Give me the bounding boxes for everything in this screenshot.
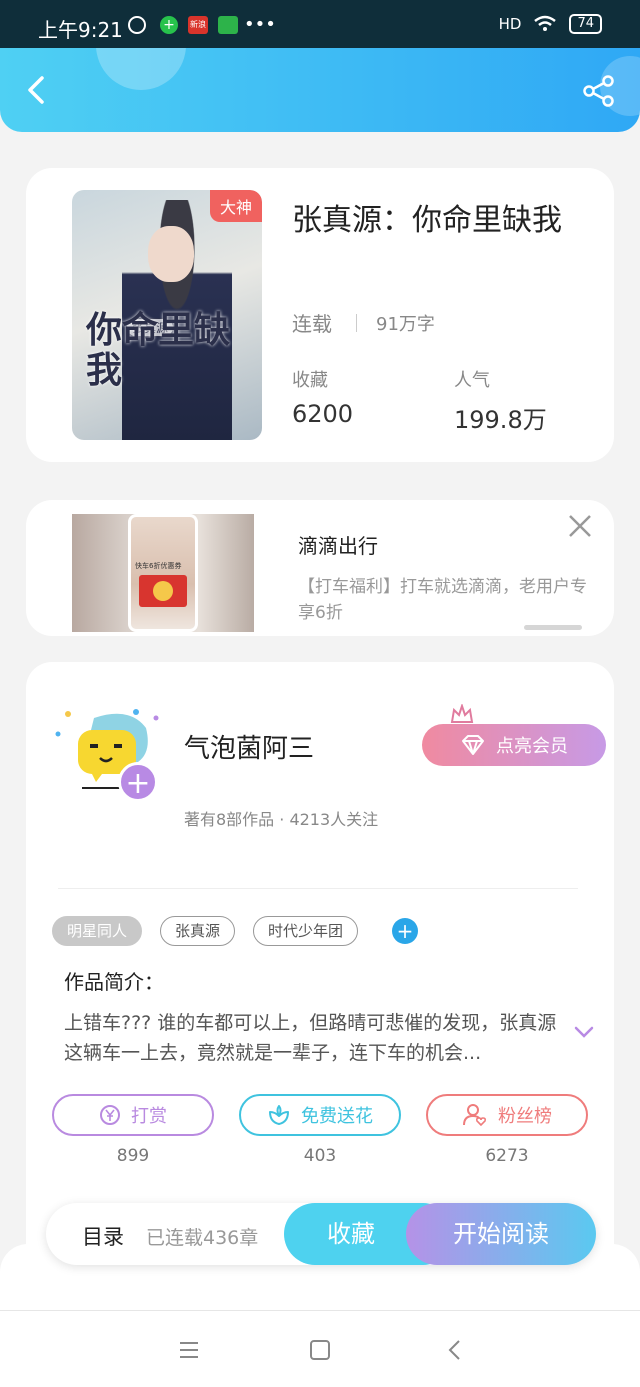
fan-ranking-label: 粉丝榜 <box>498 1106 552 1127</box>
reward-count: 899 <box>116 1146 150 1166</box>
reward-button[interactable]: 打赏 <box>52 1094 214 1136</box>
tag-item[interactable]: 张真源 <box>160 916 236 946</box>
author-name[interactable]: 气泡菌阿三 <box>184 728 314 765</box>
dashen-badge: 大神 <box>209 190 262 222</box>
ad-card[interactable]: 快车6折优惠券 滴滴出行 【打车福利】打车就选滴滴，老用户专享6折 <box>26 500 614 636</box>
cover-title: 你命里缺我 <box>86 309 231 391</box>
popularity-stat-label: 人气 <box>454 370 490 391</box>
collect-stat-label: 收藏 <box>292 370 328 391</box>
battery-icon: 74 <box>569 14 602 34</box>
diamond-icon <box>462 735 484 755</box>
chapter-count[interactable]: 已连载436章 <box>146 1223 258 1250</box>
cover-face <box>148 226 194 282</box>
ad-description[interactable]: 【打车福利】打车就选滴滴，老用户专享6折 <box>298 574 588 626</box>
book-title: 张真源：你命里缺我 <box>292 203 562 238</box>
book-cover[interactable]: 张真源 你命里缺我 大神 <box>72 190 262 440</box>
status-right: HD 74 <box>499 14 602 34</box>
book-status: 连载 <box>292 312 332 336</box>
reward-label: 打赏 <box>131 1106 167 1127</box>
bottom-action-bar: 目录 已连载436章 收藏 开始阅读 <box>46 1203 596 1265</box>
home-icon[interactable] <box>307 1337 333 1363</box>
crown-icon <box>450 704 474 723</box>
flower-icon <box>269 1105 289 1125</box>
status-bar: 上午9:21 + 新浪 ••• HD 74 <box>0 0 640 48</box>
fan-count: 6273 <box>485 1146 529 1166</box>
intro-label: 作品简介： <box>64 970 164 994</box>
ad-indicator <box>524 625 582 630</box>
tag-item[interactable]: 明星同人 <box>52 916 143 946</box>
yen-coin-icon <box>100 1105 120 1125</box>
fan-user-icon <box>463 1104 487 1127</box>
system-nav-bar <box>0 1310 640 1387</box>
back-icon[interactable] <box>18 70 58 110</box>
word-count: 91万字 <box>376 314 435 335</box>
vip-member-button[interactable]: 点亮会员 <box>422 724 606 766</box>
notification-plus-icon: + <box>160 16 178 34</box>
toc-button[interactable]: 目录 <box>82 1221 124 1251</box>
header-bar <box>0 48 640 132</box>
close-icon[interactable] <box>566 512 594 540</box>
fan-ranking-button[interactable]: 粉丝榜 <box>426 1094 588 1136</box>
signal-icon: HD <box>498 15 522 33</box>
author-info: 著有8部作品 · 4213人关注 <box>184 810 379 829</box>
ad-image[interactable]: 快车6折优惠券 <box>72 514 254 632</box>
send-flower-label: 免费送花 <box>301 1106 373 1127</box>
ad-image-text: 快车6折优惠券 <box>135 562 182 570</box>
ad-phone-mockup: 快车6折优惠券 <box>128 514 198 632</box>
flower-count: 403 <box>303 1146 337 1166</box>
collect-stat-value: 6200 <box>292 400 354 428</box>
menu-icon[interactable] <box>176 1337 202 1363</box>
share-icon[interactable] <box>582 74 616 108</box>
send-flower-button[interactable]: 免费送花 <box>239 1094 401 1136</box>
video-app-icon <box>218 16 238 34</box>
news-app-icon: 新浪 <box>188 16 208 34</box>
section-divider <box>58 888 578 889</box>
tag-item[interactable]: 时代少年团 <box>253 916 359 946</box>
alarm-icon <box>128 16 146 34</box>
vip-button-label: 点亮会员 <box>496 736 568 757</box>
status-time: 上午9:21 <box>38 18 123 42</box>
author-card: + 气泡菌阿三 著有8部作品 · 4213人关注 点亮会员 明星同人 张真源 时… <box>26 662 614 1282</box>
add-tag-icon[interactable]: + <box>392 918 419 944</box>
start-reading-button[interactable]: 开始阅读 <box>406 1203 596 1265</box>
intro-text[interactable]: 上错车??? 谁的车都可以上，但路晴可悲催的发现，张真源这辆车一上去，竟然就是一… <box>64 1008 574 1068</box>
more-notifications-icon: ••• <box>244 14 276 35</box>
collect-button-label: 收藏 <box>327 1220 375 1248</box>
nav-back-icon[interactable] <box>442 1337 468 1363</box>
follow-add-icon[interactable]: + <box>118 762 158 802</box>
popularity-stat-value: 199.8万 <box>454 406 547 434</box>
tag-list: 明星同人 张真源 时代少年团 + <box>52 916 419 946</box>
wifi-icon <box>534 15 557 31</box>
divider <box>356 314 357 332</box>
decor-bubble <box>96 48 186 90</box>
chevron-down-icon[interactable] <box>574 1024 594 1040</box>
coupon-coin <box>153 581 173 601</box>
book-info-card: 张真源 你命里缺我 大神 张真源：你命里缺我 连载 91万字 收藏 6200 人… <box>26 168 614 462</box>
ad-title[interactable]: 滴滴出行 <box>298 530 378 559</box>
